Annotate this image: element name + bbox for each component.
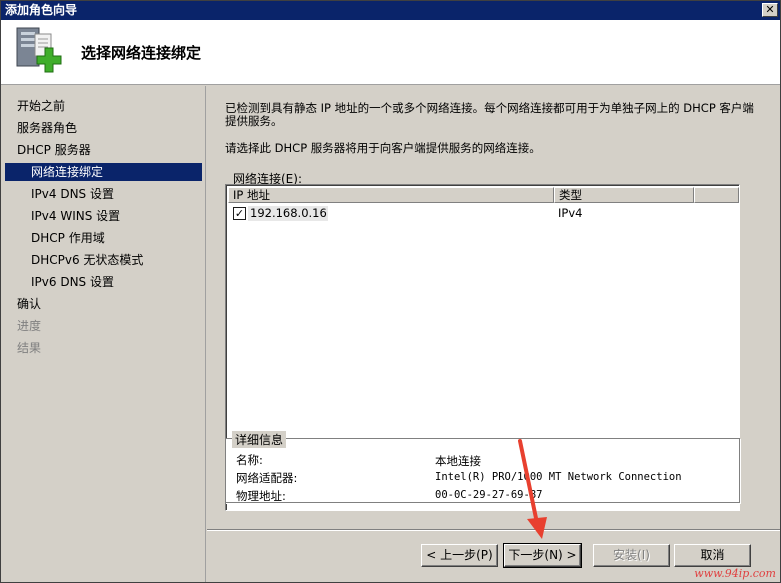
detail-name-value: 本地连接 [435, 454, 481, 468]
watermark: www.94ip.com [694, 567, 776, 580]
sidebar-item-dhcpv6-stateless[interactable]: DHCPv6 无状态模式 [31, 251, 143, 269]
column-header-type[interactable]: 类型 [554, 187, 694, 203]
column-header-ip[interactable]: IP 地址 [228, 187, 554, 203]
sidebar-item-dhcp-scopes[interactable]: DHCP 作用域 [31, 229, 105, 247]
detail-adapter-label: 网络适配器: [236, 471, 298, 485]
wizard-steps-sidebar: 开始之前 服务器角色 DHCP 服务器 网络连接绑定 IPv4 DNS 设置 I… [1, 86, 206, 582]
next-button[interactable]: 下一步(N) > [503, 543, 582, 568]
sidebar-item-confirmation[interactable]: 确认 [17, 295, 41, 313]
ip-address-cell: 192.168.0.16 [248, 206, 328, 221]
wizard-header: 选择网络连接绑定 [1, 20, 780, 85]
window-title: 添加角色向导 [5, 3, 78, 17]
cancel-button[interactable]: 取消 [674, 544, 751, 567]
table-row[interactable]: ✓ 192.168.0.16 IPv4 [230, 205, 730, 222]
list-header: IP 地址 类型 [228, 187, 739, 203]
server-add-icon [16, 27, 62, 73]
add-roles-wizard-window: 添加角色向导 ✕ 选择网络连接绑定 开始之前 服务器角色 DHCP 服务器 网络… [0, 0, 781, 583]
sidebar-item-dhcp-server[interactable]: DHCP 服务器 [17, 141, 91, 159]
detail-name-label: 名称: [236, 453, 263, 467]
type-cell: IPv4 [558, 206, 583, 220]
prompt-text: 请选择此 DHCP 服务器将用于向客户端提供服务的网络连接。 [225, 141, 541, 155]
description-text: 已检测到具有静态 IP 地址的一个或多个网络连接。每个网络连接都可用于为单独子网… [225, 101, 754, 128]
title-bar[interactable]: 添加角色向导 ✕ [1, 1, 780, 20]
detail-mac-value: 00-0C-29-27-69-87 [435, 489, 543, 501]
details-group: 详细信息 名称: 本地连接 网络适配器: Intel(R) PRO/1000 M… [225, 431, 740, 503]
detail-mac-label: 物理地址: [236, 489, 286, 503]
footer-separator [207, 529, 780, 531]
detail-adapter-value: Intel(R) PRO/1000 MT Network Connection [435, 471, 682, 483]
details-legend: 详细信息 [232, 431, 287, 448]
close-icon[interactable]: ✕ [762, 3, 778, 17]
back-button[interactable]: < 上一步(P) [421, 544, 498, 567]
sidebar-item-ipv6-dns[interactable]: IPv6 DNS 设置 [31, 273, 114, 291]
sidebar-item-ipv4-dns[interactable]: IPv4 DNS 设置 [31, 185, 114, 203]
install-button: 安装(I) [593, 544, 670, 567]
column-header-filler [694, 187, 739, 203]
row-checkbox[interactable]: ✓ [233, 207, 246, 220]
sidebar-item-server-roles[interactable]: 服务器角色 [17, 119, 77, 137]
sidebar-item-results: 结果 [17, 341, 42, 355]
sidebar-item-before-you-begin[interactable]: 开始之前 [17, 97, 65, 115]
sidebar-item-ipv4-wins[interactable]: IPv4 WINS 设置 [31, 207, 120, 225]
sidebar-item-network-binding[interactable]: 网络连接绑定 [5, 163, 202, 181]
page-title: 选择网络连接绑定 [81, 44, 202, 62]
wizard-content: 已检测到具有静态 IP 地址的一个或多个网络连接。每个网络连接都可用于为单独子网… [207, 86, 780, 529]
sidebar-item-progress: 进度 [17, 319, 42, 333]
